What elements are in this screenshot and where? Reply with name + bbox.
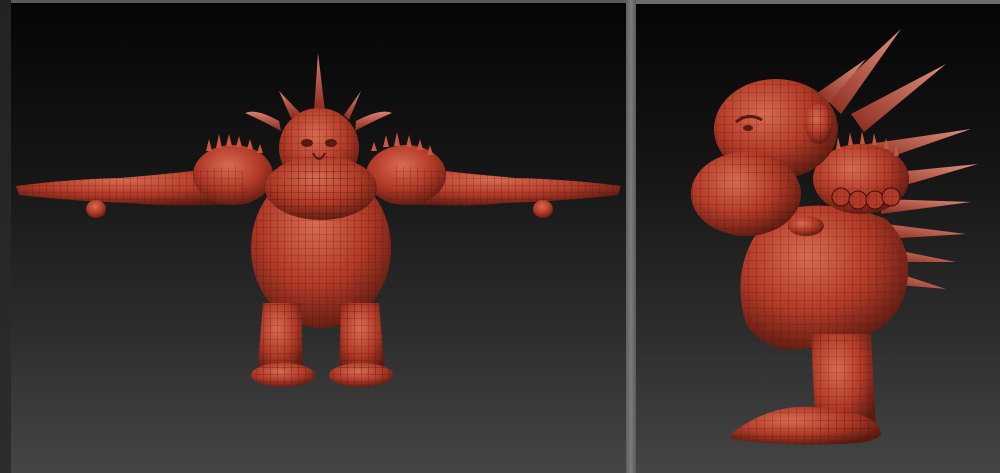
left-panel-edge [0, 0, 11, 473]
troll-side-icon [691, 29, 978, 445]
viewport-side[interactable] [636, 0, 1000, 473]
troll-front-icon [16, 53, 621, 387]
viewport-divider[interactable] [626, 0, 636, 473]
viewport-front[interactable] [11, 0, 626, 473]
app-window [0, 0, 1000, 473]
